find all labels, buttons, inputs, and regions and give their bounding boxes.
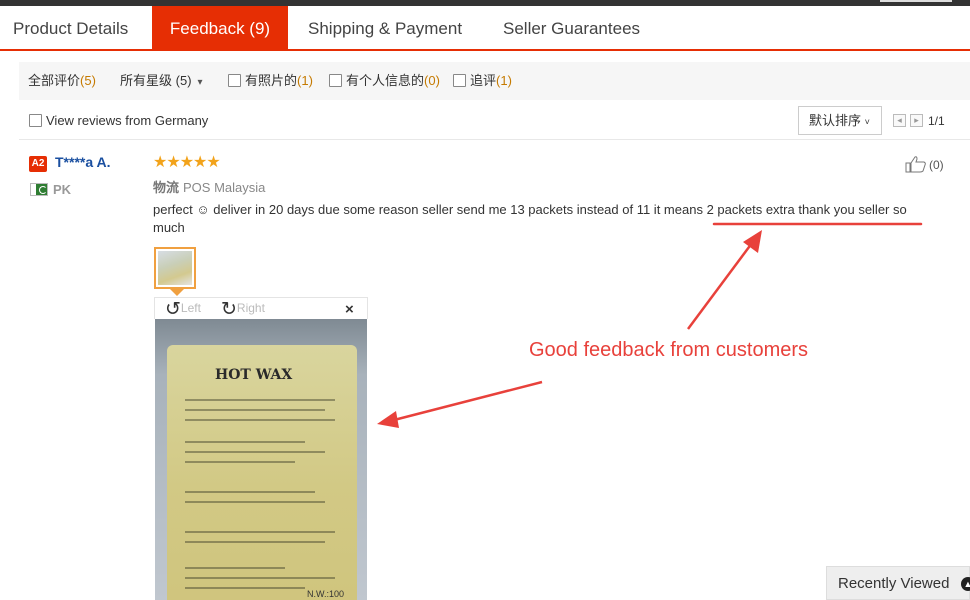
view-from-country[interactable]: View reviews from Germany <box>29 113 208 128</box>
review-photo-thumbnail[interactable] <box>154 247 196 289</box>
tab-shipping-payment[interactable]: Shipping & Payment <box>308 6 462 51</box>
annotation-arrow-left <box>393 380 543 422</box>
bag-text-line <box>185 567 285 569</box>
filter-followup[interactable]: 追评(1) <box>453 62 512 100</box>
helpful-button[interactable]: (0) <box>905 155 944 173</box>
buyer-level-badge: A2 <box>29 156 47 172</box>
review-text-highlight: 2 packets extra thank you seller so <box>706 202 907 217</box>
logistics-info: 物流 POS Malaysia <box>153 177 265 196</box>
logistics-value: POS Malaysia <box>183 180 266 195</box>
helpful-count: (0) <box>929 158 944 172</box>
view-from-checkbox[interactable] <box>29 114 42 127</box>
filter-followup-label: 追评 <box>470 73 497 88</box>
rotate-left-button[interactable]: ↺Left <box>165 298 201 321</box>
annotation-arrowhead-left <box>377 411 399 428</box>
bag-text-line <box>185 577 335 579</box>
filter-personal-label: 有个人信息的 <box>346 73 425 88</box>
filter-stars-label: 所有星级 <box>120 73 173 88</box>
star-rating: ★★★★★ <box>153 154 221 171</box>
top-bar-stub <box>880 0 952 2</box>
annotation-text: Good feedback from customers <box>529 339 809 361</box>
filter-all[interactable]: 全部评价(5) <box>28 62 96 100</box>
tab-seller-guarantees[interactable]: Seller Guarantees <box>503 6 640 51</box>
rotate-right-icon: ↻ <box>221 299 237 320</box>
filter-all-label: 全部评价 <box>28 73 81 88</box>
bag-text-line <box>185 399 335 401</box>
bag-text-line <box>185 409 325 411</box>
bag-title: HOT WAX <box>215 367 293 383</box>
rotate-right-button[interactable]: ↻Right <box>221 298 265 321</box>
filter-photos-label: 有照片的 <box>245 73 298 88</box>
tab-bar: Product Details Feedback (9) Shipping & … <box>0 6 970 51</box>
thumbnail-image <box>158 251 192 285</box>
chevron-up-icon: ▲ <box>961 577 970 591</box>
view-from-label: View reviews from Germany <box>46 113 209 128</box>
bag-text-line <box>185 531 335 533</box>
view-options-row: View reviews from Germany 默认排序 ˅ ◂ ▸ 1/1 <box>19 104 970 140</box>
tab-product-details[interactable]: Product Details <box>13 6 128 51</box>
photo-viewer-toolbar: ↺Left ↻Right × <box>154 297 368 321</box>
bag-text-line <box>185 461 295 463</box>
recently-viewed-button[interactable]: Recently Viewed ▲ <box>826 566 970 600</box>
next-page-button[interactable]: ▸ <box>910 114 923 127</box>
review-text: perfect ☺ deliver in 20 days due some re… <box>153 201 928 237</box>
photos-checkbox[interactable] <box>228 74 241 87</box>
filter-photos[interactable]: 有照片的(1) <box>228 62 313 100</box>
filter-stars-dropdown[interactable]: 所有星级 (5) ▾ <box>120 62 203 100</box>
pakistan-flag-icon <box>30 183 48 196</box>
tab-feedback[interactable]: Feedback (9) <box>152 6 288 51</box>
close-viewer-button[interactable]: × <box>345 301 354 318</box>
review-photo-large[interactable]: HOT WAX N.W.:100 <box>155 319 367 600</box>
filter-personal-info[interactable]: 有个人信息的(0) <box>329 62 440 100</box>
reviewer-name[interactable]: T****a A. <box>55 154 111 170</box>
logistics-label: 物流 <box>153 180 180 195</box>
personal-info-checkbox[interactable] <box>329 74 342 87</box>
filter-all-count: (5) <box>80 73 96 88</box>
bag-text-line <box>185 491 315 493</box>
wax-bag-image: HOT WAX <box>167 345 357 600</box>
thumbs-up-icon <box>905 156 926 173</box>
bag-text-line <box>185 541 325 543</box>
review-text-part2: much <box>153 220 185 235</box>
filter-photos-count: (1) <box>297 73 313 88</box>
followup-checkbox[interactable] <box>453 74 466 87</box>
reviewer-country: PK <box>53 182 72 197</box>
bag-text-line <box>185 441 305 443</box>
rotate-right-label: Right <box>236 301 265 315</box>
thumbnail-pointer <box>170 289 184 296</box>
bag-text-line <box>185 501 325 503</box>
filter-bar: 全部评价(5) 所有星级 (5) ▾ 有照片的(1) 有个人信息的(0) 追评(1… <box>19 62 970 100</box>
prev-page-button[interactable]: ◂ <box>893 114 906 127</box>
filter-stars-count: (5) <box>175 73 192 88</box>
chevron-down-icon: ▾ <box>197 77 203 88</box>
filter-personal-count: (0) <box>424 73 440 88</box>
sort-label: 默认排序 <box>809 113 862 128</box>
bag-text-line <box>185 451 325 453</box>
bag-text-line <box>185 587 305 589</box>
rotate-left-icon: ↺ <box>165 299 181 320</box>
annotation-arrow-up <box>686 242 754 330</box>
rotate-left-label: Left <box>180 301 201 315</box>
page-indicator: 1/1 <box>928 114 945 128</box>
review-text-part1: perfect ☺ deliver in 20 days due some re… <box>153 202 707 217</box>
filter-followup-count: (1) <box>496 73 512 88</box>
recently-viewed-label: Recently Viewed <box>838 575 950 592</box>
sort-dropdown[interactable]: 默认排序 ˅ <box>798 106 882 135</box>
bag-text-line <box>185 419 335 421</box>
chevron-down-icon: ˅ <box>864 117 870 127</box>
bag-weight-label: N.W.:100 <box>307 589 345 599</box>
